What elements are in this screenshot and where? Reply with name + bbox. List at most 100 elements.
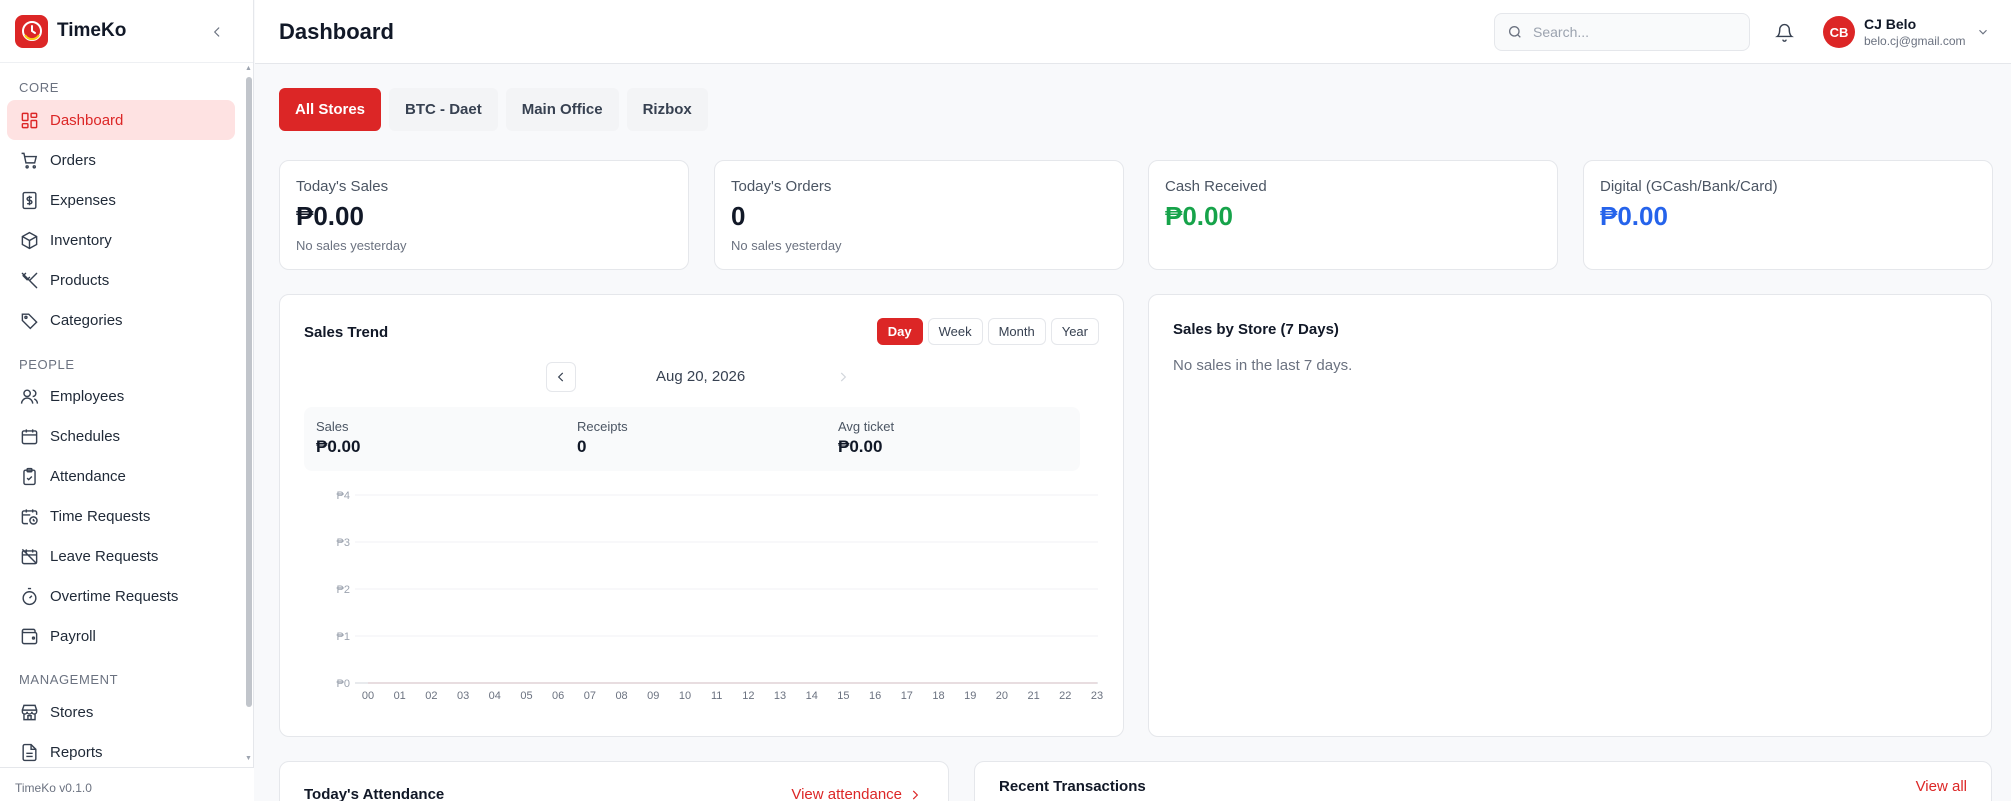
x-tick-label: 03 <box>457 690 469 702</box>
stat-card-digital: Digital (GCash/Bank/Card) ₱0.00 <box>1583 160 1993 270</box>
x-tick-label: 04 <box>489 690 501 702</box>
view-attendance-link[interactable]: View attendance <box>791 786 922 801</box>
trend-kpi-strip: Sales ₱0.00 Receipts 0 Avg ticket ₱0.00 <box>304 407 1080 471</box>
x-tick-label: 14 <box>806 690 818 702</box>
y-tick-label: ₱3 <box>337 537 350 549</box>
x-tick-label: 02 <box>425 690 437 702</box>
x-tick-label: 13 <box>774 690 786 702</box>
x-tick-label: 06 <box>552 690 564 702</box>
scroll-down-arrow-icon[interactable]: ▼ <box>245 755 252 762</box>
sidebar-item-dashboard[interactable]: Dashboard <box>7 100 235 140</box>
x-tick-label: 15 <box>837 690 849 702</box>
wallet-icon <box>19 626 39 646</box>
range-tab-week[interactable]: Week <box>927 318 983 345</box>
sidebar-item-label: Products <box>50 271 110 289</box>
recent-transactions-panel: Recent Transactions View all <box>974 761 1992 801</box>
sidebar-item-time-requests[interactable]: Time Requests <box>7 496 235 536</box>
view-all-label: View all <box>1915 778 1967 795</box>
sidebar-item-categories[interactable]: Categories <box>7 300 235 340</box>
view-all-transactions-link[interactable]: View all <box>1916 778 1967 795</box>
sidebar-item-label: Employees <box>50 387 125 405</box>
x-tick-label: 11 <box>711 690 722 702</box>
sidebar-item-payroll[interactable]: Payroll <box>7 616 235 656</box>
sidebar-item-stores[interactable]: Stores <box>7 692 235 732</box>
range-tab-month[interactable]: Month <box>987 318 1046 345</box>
y-tick-label: ₱4 <box>337 490 350 502</box>
x-tick-label: 23 <box>1091 690 1103 702</box>
stat-card-cash-received: Cash Received ₱0.00 <box>1148 160 1558 270</box>
sidebar-item-schedules[interactable]: Schedules <box>7 416 235 456</box>
kpi-label: Avg ticket <box>838 419 895 434</box>
store-tab-btc-daet[interactable]: BTC - Daet <box>389 88 498 131</box>
x-tick-label: 10 <box>679 690 691 702</box>
sidebar-item-overtime-requests[interactable]: Overtime Requests <box>7 576 235 616</box>
sidebar-scroll-thumb[interactable] <box>246 77 252 707</box>
sidebar-item-leave-requests[interactable]: Leave Requests <box>7 536 235 576</box>
stat-label: Today's Sales <box>296 178 389 195</box>
sales-trend-chart: ₱0 ₱1 ₱2 ₱3 ₱4 00 01 02 03 04 05 06 07 08 09 10 11 12 13 14… <box>337 490 1104 702</box>
sidebar-item-label: Inventory <box>50 231 112 249</box>
stat-value: 0 <box>731 201 746 231</box>
sidebar-item-inventory[interactable]: Inventory <box>7 220 235 260</box>
section-label-management: MANAGEMENT <box>19 672 119 687</box>
next-date-button[interactable] <box>828 362 858 392</box>
search-input[interactable] <box>1533 24 1733 40</box>
stat-subtext: No sales yesterday <box>296 238 407 253</box>
bell-icon <box>1774 23 1794 42</box>
chevron-right-icon <box>840 372 847 382</box>
sidebar-footer: TimeKo v0.1.0 <box>0 767 254 801</box>
search-box[interactable] <box>1494 13 1750 51</box>
todays-attendance-title: Today's Attendance <box>304 786 445 801</box>
sidebar-item-orders[interactable]: Orders <box>7 140 235 180</box>
utensils-icon <box>19 270 39 290</box>
calendar-clock-icon <box>19 506 39 526</box>
sidebar-item-reports[interactable]: Reports <box>7 732 235 767</box>
view-attendance-label: View attendance <box>791 786 902 801</box>
page-title: Dashboard <box>279 19 394 44</box>
user-menu[interactable]: CB CJ Belo belo.cj@gmail.com <box>1823 15 1990 49</box>
sidebar-item-employees[interactable]: Employees <box>7 376 235 416</box>
sidebar-item-products[interactable]: Products <box>7 260 235 300</box>
stat-value: ₱0.00 <box>296 201 364 231</box>
recent-transactions-title: Recent Transactions <box>999 778 1146 795</box>
notifications-button[interactable] <box>1772 20 1796 44</box>
range-tab-year[interactable]: Year <box>1050 318 1099 345</box>
x-tick-label: 20 <box>996 690 1008 702</box>
sidebar: TimeKo CORE Dashboard Orders Expenses In… <box>0 0 254 801</box>
chevron-right-icon <box>912 790 919 799</box>
x-tick-label: 05 <box>520 690 532 702</box>
stat-value: ₱0.00 <box>1165 201 1233 231</box>
previous-date-button[interactable] <box>546 362 576 392</box>
kpi-value: 0 <box>577 437 587 456</box>
x-tick-label: 21 <box>1027 690 1039 702</box>
calendar-icon <box>19 426 39 446</box>
store-tab-rizbox[interactable]: Rizbox <box>626 88 708 131</box>
calendar-off-icon <box>19 546 39 566</box>
range-tab-day[interactable]: Day <box>876 318 923 345</box>
sidebar-item-label: Orders <box>50 151 96 169</box>
store-filter-tabs: All Stores BTC - Daet Main Office Rizbox <box>279 88 708 131</box>
sales-trend-title: Sales Trend <box>304 324 389 341</box>
user-name: CJ Belo <box>1864 15 1917 32</box>
store-tab-main-office[interactable]: Main Office <box>505 88 619 131</box>
collapse-sidebar-button[interactable] <box>207 22 227 42</box>
sidebar-item-label: Attendance <box>50 467 126 485</box>
user-email: belo.cj@gmail.com <box>1864 33 1966 48</box>
timer-icon <box>19 586 39 606</box>
avatar: CB <box>1823 16 1855 48</box>
dashboard-icon <box>19 110 39 130</box>
stat-card-todays-sales: Today's Sales ₱0.00 No sales yesterday <box>279 160 689 270</box>
scroll-up-arrow-icon[interactable]: ▲ <box>245 65 252 72</box>
chevron-down-icon <box>1976 25 1990 39</box>
sidebar-item-expenses[interactable]: Expenses <box>7 180 235 220</box>
x-tick-label: 09 <box>647 690 659 702</box>
app-name: TimeKo <box>57 20 127 41</box>
store-tab-all-stores[interactable]: All Stores <box>279 88 382 131</box>
x-tick-label: 17 <box>901 690 913 702</box>
file-icon <box>19 742 39 762</box>
sidebar-scrollbar[interactable]: ▲ ▼ <box>244 63 254 767</box>
x-tick-label: 12 <box>742 690 754 702</box>
x-tick-label: 22 <box>1059 690 1071 702</box>
sidebar-item-attendance[interactable]: Attendance <box>7 456 235 496</box>
kpi-label: Sales <box>316 419 349 434</box>
